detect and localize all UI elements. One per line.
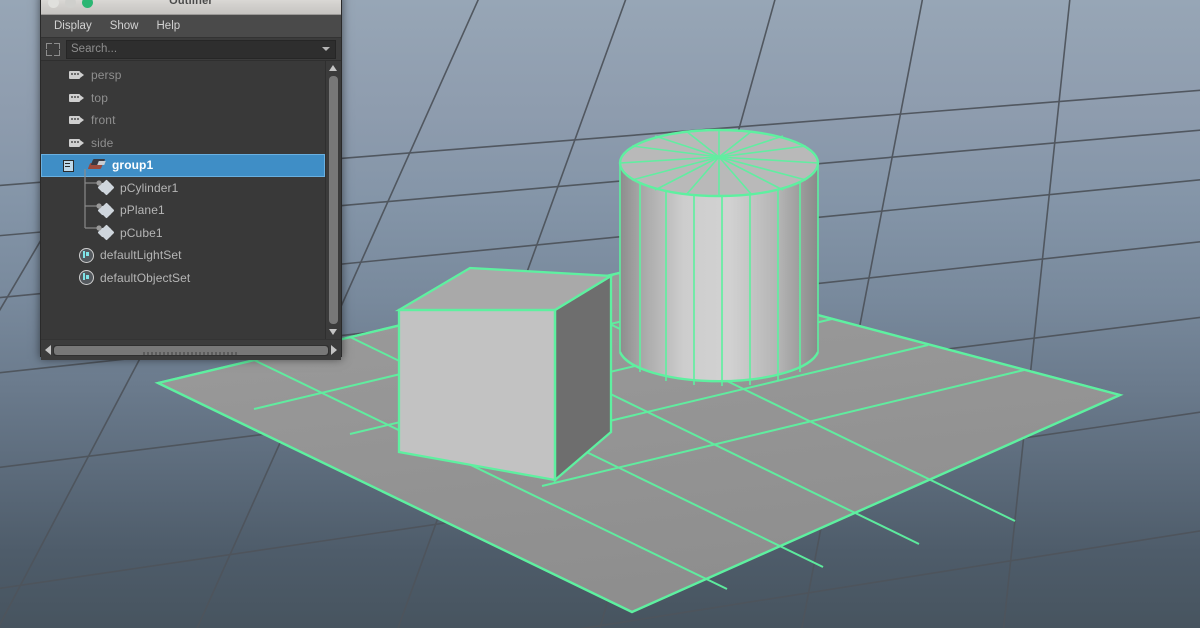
search-placeholder: Search... — [71, 43, 118, 55]
cylinder-object-pCylinder1[interactable] — [618, 128, 820, 386]
outliner-row-defaultObjectSet[interactable]: defaultObjectSet — [41, 267, 325, 290]
scroll-up-arrow-icon[interactable] — [329, 65, 337, 71]
scroll-left-arrow-icon[interactable] — [45, 345, 51, 355]
outliner-row-top[interactable]: top — [41, 87, 325, 110]
camera-icon — [69, 93, 85, 103]
outliner-row-pCylinder1[interactable]: pCylinder1 — [41, 177, 325, 200]
scroll-down-arrow-icon[interactable] — [329, 329, 337, 335]
transform-icon — [97, 202, 115, 219]
vertical-scrollbar-thumb[interactable] — [329, 76, 338, 324]
transform-icon — [97, 179, 115, 196]
outliner-row-label: top — [91, 90, 108, 105]
maya-screenshot: Outliner Display Show Help Search... per… — [0, 0, 1200, 628]
outliner-row-persp[interactable]: persp — [41, 64, 325, 87]
vertical-scrollbar[interactable] — [325, 61, 341, 339]
outliner-row-label: front — [91, 113, 116, 128]
camera-icon — [69, 70, 85, 80]
outliner-row-label: persp — [91, 68, 122, 83]
outliner-list[interactable]: persp top front side group1 pCylinder1 pPlane1… — [41, 60, 341, 339]
selection-bracket-icon[interactable] — [44, 41, 62, 58]
group-icon — [87, 159, 106, 171]
menu-item-display[interactable]: Display — [45, 17, 101, 35]
chevron-down-icon[interactable] — [322, 46, 330, 51]
outliner-row-label: pPlane1 — [120, 203, 165, 218]
outliner-row-side[interactable]: side — [41, 132, 325, 155]
expand-collapse-toggle[interactable] — [63, 160, 74, 172]
outliner-row-defaultLightSet[interactable]: defaultLightSet — [41, 244, 325, 267]
set-icon — [79, 270, 94, 286]
scroll-right-arrow-icon[interactable] — [331, 345, 337, 355]
camera-icon — [69, 138, 85, 148]
outliner-row-label: side — [91, 135, 114, 150]
outliner-row-pPlane1[interactable]: pPlane1 — [41, 199, 325, 222]
outliner-panel[interactable]: Outliner Display Show Help Search... per… — [40, 0, 342, 360]
outliner-tree[interactable]: persp top front side group1 pCylinder1 pPlane1… — [41, 61, 325, 339]
menu-item-help[interactable]: Help — [148, 17, 190, 35]
menu-item-show[interactable]: Show — [101, 17, 148, 35]
outliner-row-label: pCylinder1 — [120, 180, 179, 195]
window-titlebar[interactable]: Outliner — [41, 0, 341, 15]
outliner-row-front[interactable]: front — [41, 109, 325, 132]
window-title: Outliner — [169, 0, 213, 7]
transform-icon — [97, 224, 115, 241]
outliner-row-pCube1[interactable]: pCube1 — [41, 222, 325, 245]
outliner-row-label: group1 — [112, 158, 154, 173]
menubar[interactable]: Display Show Help — [41, 15, 341, 38]
horizontal-scrollbar[interactable] — [41, 339, 341, 360]
set-icon — [79, 247, 94, 263]
cube-object-pCube1[interactable] — [394, 266, 615, 483]
outliner-row-group1[interactable]: group1 — [41, 154, 325, 177]
resize-grip[interactable] — [143, 352, 239, 355]
outliner-row-label: defaultLightSet — [100, 248, 182, 263]
search-row[interactable]: Search... — [41, 38, 341, 60]
outliner-row-label: defaultObjectSet — [100, 270, 191, 285]
search-input[interactable]: Search... — [66, 39, 336, 59]
camera-icon — [69, 115, 85, 125]
outliner-row-label: pCube1 — [120, 225, 163, 240]
